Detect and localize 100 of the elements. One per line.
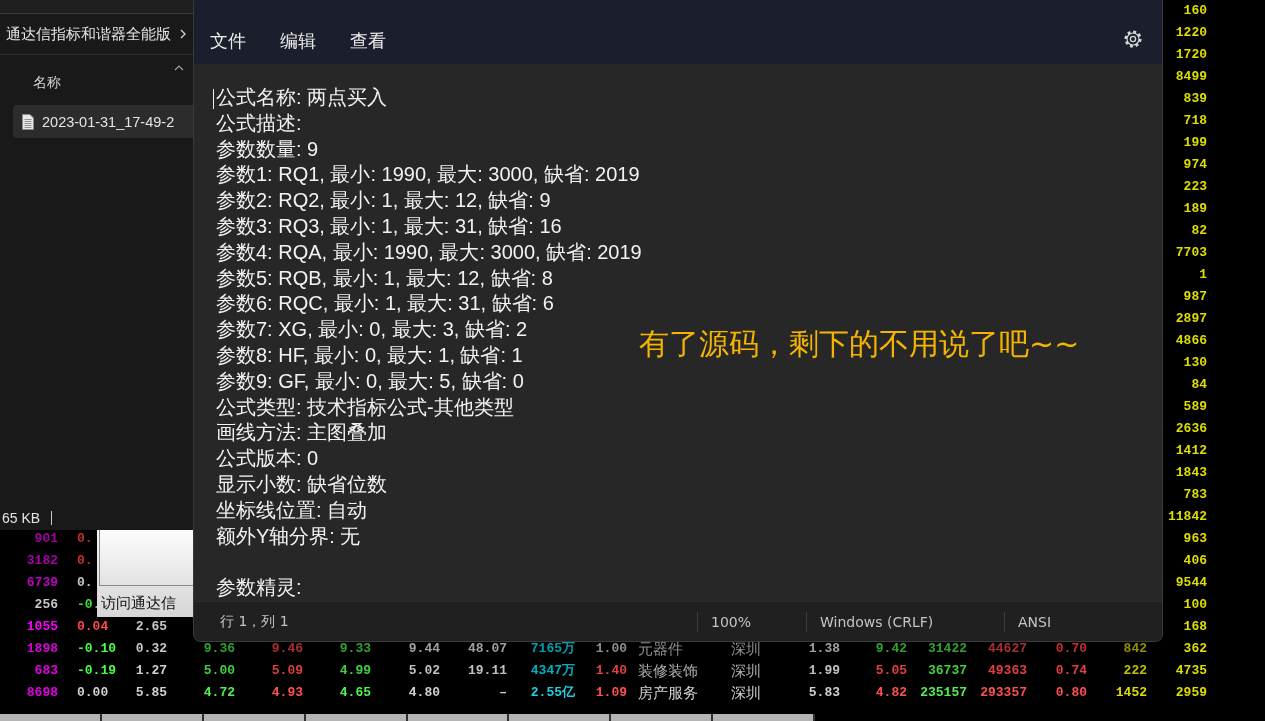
table-cell: 5.83 [808, 685, 840, 701]
table-cell: 5.09 [271, 663, 303, 679]
table-cell: 1.38 [808, 641, 840, 657]
text-line: 显示小数: 缺省位数 [216, 471, 388, 497]
table-cell: 589 [1183, 399, 1207, 415]
dialog-text: 访问通达信 [101, 594, 176, 613]
table-cell: 1.09 [595, 685, 627, 701]
table-cell: 293357 [980, 685, 1027, 701]
table-cell: 82 [1191, 223, 1207, 239]
table-cell: 783 [1183, 487, 1207, 503]
table-cell: 235157 [920, 685, 967, 701]
text-line: 公式类型: 技术指标公式-其他类型 [216, 394, 514, 420]
table-cell: 9.36 [203, 641, 235, 657]
settings-icon[interactable] [1123, 29, 1143, 49]
table-cell: 2.55亿 [530, 685, 575, 701]
table-cell: 4735 [1175, 663, 1207, 679]
zoom-level[interactable]: 100% [711, 613, 806, 630]
table-cell: 8698 [26, 685, 58, 701]
table-cell: 11842 [1168, 509, 1207, 525]
table-cell: 9.46 [271, 641, 303, 657]
table-cell: 7165万 [530, 641, 575, 657]
table-cell: 4.80 [408, 685, 440, 701]
table-cell: 901 [34, 531, 58, 547]
cursor-position: 行 1，列 1 [220, 612, 290, 631]
table-cell: 0.80 [1055, 685, 1087, 701]
table-cell: 4.99 [339, 663, 371, 679]
table-cell: 1220 [1175, 25, 1207, 41]
table-cell: 1.40 [595, 663, 627, 679]
table-cell: 974 [1183, 157, 1207, 173]
text-line: 公式名称: 两点买入 [216, 85, 388, 110]
table-cell: 0.32 [135, 641, 167, 657]
text-line: 参数9: GF, 最小: 0, 最大: 5, 缺省: 0 [216, 368, 524, 394]
table-cell: 2.65 [135, 619, 167, 635]
table-cell: 1412 [1175, 443, 1207, 459]
text-line: 参数5: RQB, 最小: 1, 最大: 12, 缺省: 8 [216, 265, 553, 291]
table-cell: 元器件 [638, 640, 683, 658]
file-row[interactable]: 2023-01-31_17-49-2 [13, 105, 193, 138]
table-cell: 839 [1183, 91, 1207, 107]
table-cell: 199 [1183, 135, 1207, 151]
table-cell: 1452 [1115, 685, 1147, 701]
table-cell: 0.70 [1055, 641, 1087, 657]
table-cell: 0. [77, 553, 93, 569]
table-cell: 130 [1183, 355, 1207, 371]
text-line: 参数数量: 9 [216, 136, 319, 162]
menu-item[interactable]: 文件 [200, 23, 256, 59]
table-cell: 0.00 [77, 685, 109, 701]
table-cell: 1.27 [135, 663, 167, 679]
table-cell: 房产服务 [638, 684, 698, 702]
table-cell: 31422 [928, 641, 967, 657]
table-cell: 160 [1183, 3, 1207, 19]
file-name: 2023-01-31_17-49-2 [42, 113, 175, 130]
table-cell: 44627 [988, 641, 1027, 657]
table-cell: 5.85 [135, 685, 167, 701]
table-cell: 5.05 [875, 663, 907, 679]
table-cell: 987 [1183, 289, 1207, 305]
table-cell: 4.93 [271, 685, 303, 701]
table-cell: 4.65 [339, 685, 371, 701]
menu-item[interactable]: 查看 [340, 23, 396, 59]
table-cell: 4347万 [530, 663, 575, 679]
encoding[interactable]: ANSI [1018, 613, 1052, 630]
table-cell: 1720 [1175, 47, 1207, 63]
table-cell: 0.04 [77, 619, 109, 635]
table-cell: 84 [1191, 377, 1207, 393]
table-cell: 深圳 [731, 684, 761, 702]
table-cell: 1 [1199, 267, 1207, 283]
table-cell: 8499 [1175, 69, 1207, 85]
table-cell: 1843 [1175, 465, 1207, 481]
text-line: 公式描述: [216, 110, 302, 136]
text-line: 参数精灵: [216, 575, 302, 601]
table-cell: 4866 [1175, 333, 1207, 349]
table-cell: 963 [1183, 531, 1207, 547]
chevron-right-icon[interactable] [180, 29, 186, 39]
line-ending[interactable]: Windows (CRLF) [820, 613, 1004, 630]
table-cell: 5.00 [203, 663, 235, 679]
text-line: 参数2: RQ2, 最小: 1, 最大: 12, 缺省: 9 [216, 188, 551, 214]
table-cell: 36737 [928, 663, 967, 679]
text-cursor [213, 89, 214, 109]
breadcrumb-item[interactable]: 通达信指标和谐器全能版 [6, 24, 171, 44]
table-cell: 9.44 [408, 641, 440, 657]
table-cell: -0. [77, 597, 101, 613]
table-cell: 9544 [1175, 575, 1207, 591]
menu-item[interactable]: 编辑 [270, 23, 326, 59]
sort-caret-icon [174, 65, 184, 71]
annotation-text: 有了源码，剩下的不用说了吧~~ [639, 325, 1080, 363]
text-line: 公式版本: 0 [216, 446, 319, 472]
table-cell: 362 [1183, 641, 1207, 657]
table-cell: 1.99 [808, 663, 840, 679]
table-cell: 3182 [26, 553, 58, 569]
table-cell: 2636 [1175, 421, 1207, 437]
text-line: 额外Y轴分界: 无 [216, 523, 361, 549]
table-cell: 7703 [1175, 245, 1207, 261]
table-cell: 4.72 [203, 685, 235, 701]
table-cell: 0.74 [1055, 663, 1087, 679]
table-cell: – [499, 685, 507, 701]
table-cell: 718 [1183, 113, 1207, 129]
table-cell: 1055 [26, 619, 58, 635]
text-line: 参数6: RQC, 最小: 1, 最大: 31, 缺省: 6 [216, 291, 554, 317]
table-cell: 49363 [988, 663, 1027, 679]
table-cell: 装修装饰 [638, 662, 698, 680]
column-header[interactable]: 名称 [33, 74, 61, 92]
